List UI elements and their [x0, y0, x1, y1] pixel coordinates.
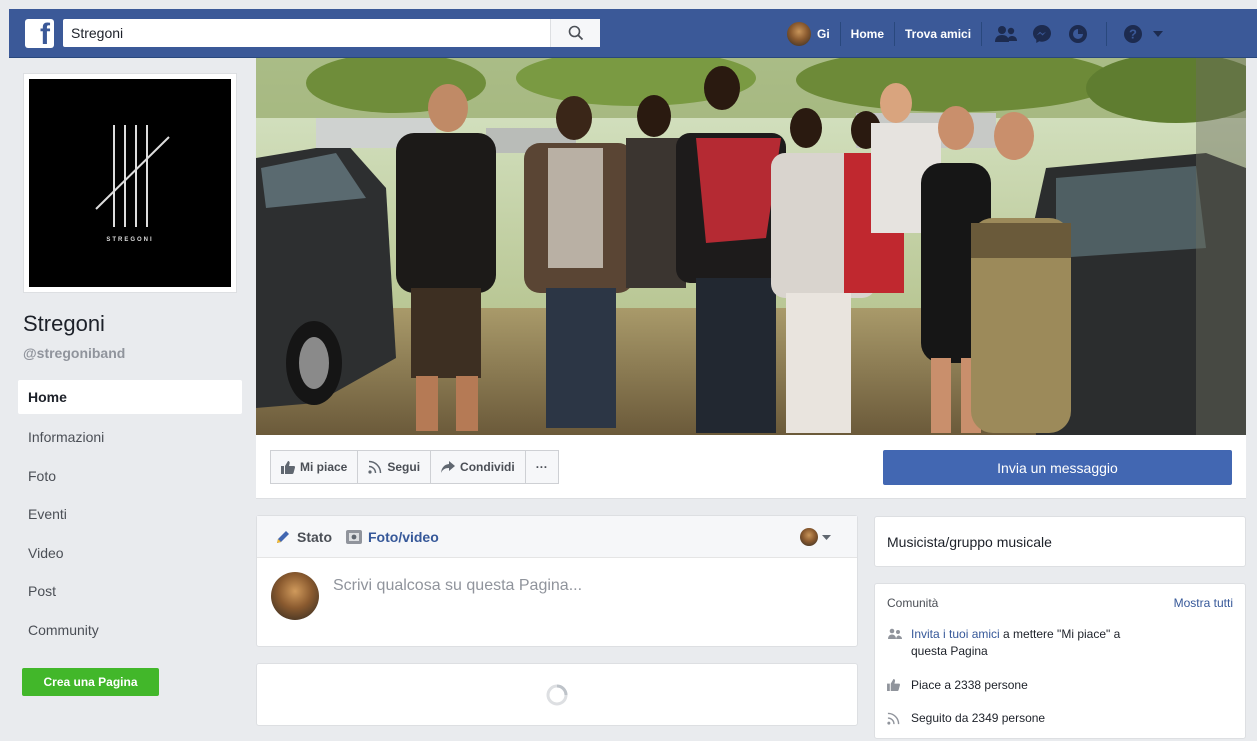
pencil-icon — [275, 529, 291, 545]
avatar — [800, 528, 818, 546]
invite-friends-line2: questa Pagina — [911, 644, 988, 658]
sidebar-item-post[interactable]: Post — [18, 572, 242, 611]
more-options-button[interactable]: ··· — [524, 450, 559, 484]
top-nav-right: Gi Home Trova amici ? — [787, 9, 1165, 58]
composer-input[interactable]: Scrivi qualcosa su questa Pagina... — [333, 577, 582, 595]
cover-photo-image — [256, 58, 1246, 435]
sidebar-item-eventi[interactable]: Eventi — [18, 495, 242, 534]
search-input[interactable] — [63, 19, 553, 47]
sidebar-item-foto[interactable]: Foto — [18, 457, 242, 496]
audience-selector[interactable] — [800, 528, 831, 546]
share-arrow-icon — [441, 461, 456, 473]
thumbs-up-icon — [887, 677, 911, 694]
community-card: Comunità Mostra tutti Invita i tuoi amic… — [874, 583, 1246, 739]
caret-down-icon[interactable] — [1151, 22, 1165, 46]
share-button[interactable]: Condividi — [430, 450, 525, 484]
followers-count: Seguito da 2349 persone — [911, 711, 1046, 725]
more-label: ··· — [535, 460, 548, 474]
likes-count-row: Piace a 2338 persone — [887, 677, 1028, 694]
nav-divider — [1106, 21, 1108, 46]
help-icon[interactable]: ? — [1121, 22, 1145, 46]
tally-marks-icon — [95, 125, 170, 227]
loading-spinner-icon — [546, 684, 568, 705]
thumbs-up-icon — [281, 460, 295, 474]
sidebar-item-home[interactable]: Home — [18, 380, 242, 414]
photo-icon — [346, 529, 362, 544]
share-label: Condividi — [460, 460, 515, 474]
search-box — [63, 19, 600, 47]
notifications-icon[interactable] — [1066, 22, 1090, 46]
sidebar-item-informazioni[interactable]: Informazioni — [18, 418, 242, 457]
friend-requests-icon[interactable] — [994, 22, 1018, 46]
cover-photo[interactable] — [256, 58, 1246, 435]
composer-tabs: Stato Foto/video — [257, 516, 857, 558]
composer-body: Scrivi qualcosa su questa Pagina... — [257, 558, 857, 620]
like-button[interactable]: Mi piace — [270, 450, 358, 484]
invite-friends-link[interactable]: Invita i tuoi amici — [911, 627, 1000, 641]
search-button[interactable] — [550, 19, 600, 47]
page-username[interactable]: @stregoniband — [23, 345, 125, 361]
sidebar-item-video[interactable]: Video — [18, 534, 242, 573]
page-category[interactable]: Musicista/gruppo musicale — [874, 516, 1246, 567]
caret-down-icon — [822, 534, 831, 540]
invite-friends-icon — [887, 626, 911, 660]
show-all-link[interactable]: Mostra tutti — [1174, 596, 1233, 610]
svg-text:?: ? — [1129, 26, 1137, 41]
logo-wordmark: STREGONI — [106, 237, 154, 243]
profile-link[interactable]: Gi — [787, 21, 841, 46]
facebook-logo-glyph: f — [40, 18, 50, 51]
community-title: Comunità — [887, 596, 939, 610]
rss-follow-icon — [368, 460, 382, 474]
tab-status-label: Stato — [297, 528, 332, 545]
followers-count-row: Seguito da 2349 persone — [887, 710, 1045, 727]
send-message-button[interactable]: Invia un messaggio — [883, 450, 1232, 485]
page-action-buttons: Mi piace Segui Condividi ··· — [270, 450, 559, 484]
follow-label: Segui — [387, 460, 421, 474]
avatar — [271, 572, 319, 620]
page-navigation: Home Informazioni Foto Eventi Video Post… — [18, 380, 242, 649]
page-title: Stregoni — [23, 311, 105, 336]
create-page-button[interactable]: Crea una Pagina — [22, 668, 159, 696]
tab-photo-video[interactable]: Foto/video — [346, 529, 439, 545]
search-icon — [568, 25, 583, 41]
page-action-bar: Mi piace Segui Condividi ··· Invia un me… — [256, 435, 1246, 499]
invite-friends-text: Invita i tuoi amici a mettere "Mi piace"… — [911, 626, 1120, 660]
profile-name: Gi — [817, 26, 830, 41]
avatar — [787, 21, 811, 46]
stregoni-logo: STREGONI — [29, 79, 231, 287]
feed-loading-card — [256, 663, 858, 726]
follow-button[interactable]: Segui — [357, 450, 431, 484]
messenger-icon[interactable] — [1030, 22, 1054, 46]
rss-follow-icon — [887, 710, 911, 727]
top-navigation-bar: f Gi Home Trova amici ? — [9, 9, 1257, 58]
nav-find-friends-link[interactable]: Trova amici — [895, 21, 983, 46]
post-composer: Stato Foto/video Scrivi qualcosa su ques… — [256, 515, 858, 647]
like-label: Mi piace — [300, 460, 348, 474]
nav-home-link[interactable]: Home — [841, 21, 896, 46]
tab-status[interactable]: Stato — [275, 529, 332, 545]
invite-friends-row: Invita i tuoi amici a mettere "Mi piace"… — [887, 626, 1120, 660]
tab-photo-label: Foto/video — [368, 528, 439, 545]
sidebar-item-community[interactable]: Community — [18, 611, 242, 650]
invite-friends-rest: a mettere "Mi piace" a — [999, 627, 1121, 641]
page-profile-picture[interactable]: STREGONI — [23, 73, 237, 293]
facebook-logo[interactable]: f — [25, 18, 54, 51]
likes-count: Piace a 2338 persone — [911, 678, 1028, 692]
